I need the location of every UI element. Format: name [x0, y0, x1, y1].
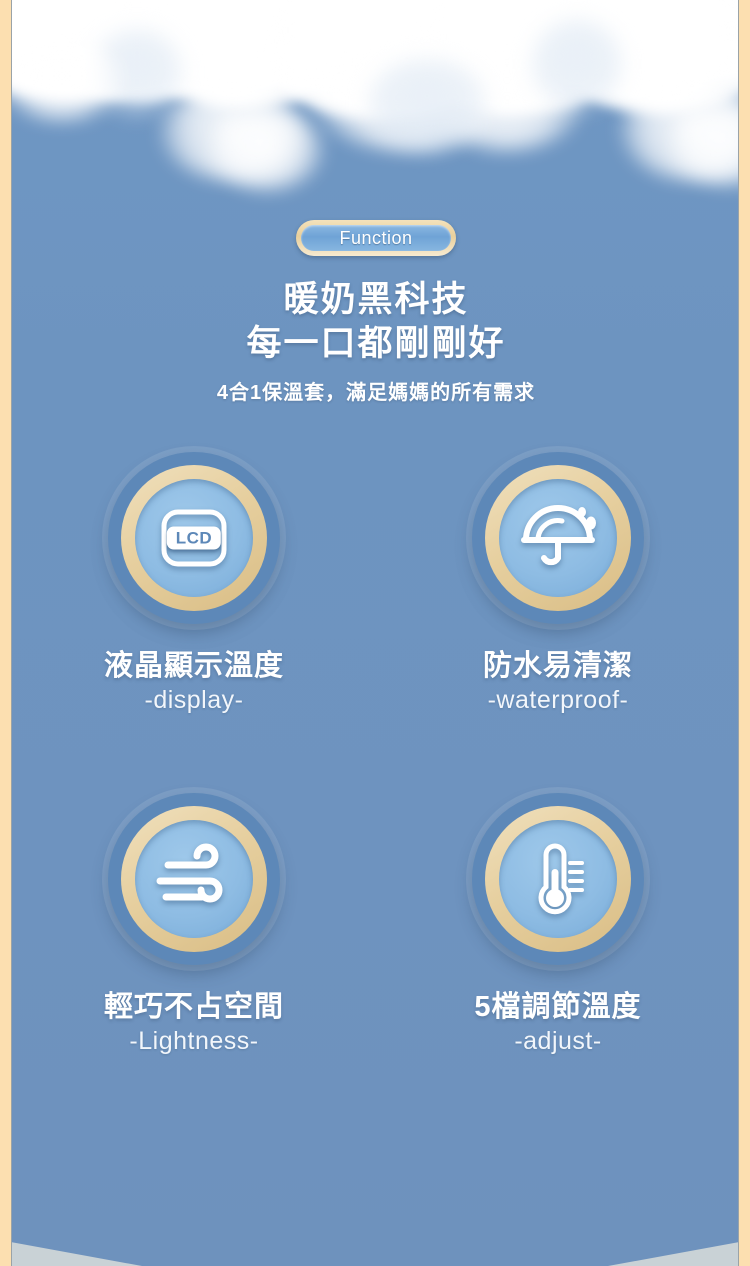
function-badge-label: Function	[339, 227, 413, 248]
bottom-left-wedge	[12, 1242, 142, 1266]
inner-disc	[499, 820, 617, 938]
lcd-label: LCD	[166, 526, 222, 550]
inner-disc	[499, 479, 617, 597]
thermometer-icon	[516, 837, 600, 921]
bottom-right-wedge	[608, 1242, 738, 1266]
feature-icon-circle	[108, 793, 280, 965]
promo-page: Function 暖奶黑科技 每一口都剛剛好 4合1保溫套，滿足媽媽的所有需求	[0, 0, 750, 1266]
cloud-sky-header	[12, 0, 738, 230]
feature-item-waterproof[interactable]: 防水易清潔 -waterproof-	[376, 452, 738, 715]
feature-title-en: -display-	[144, 686, 244, 714]
umbrella-raindrop-icon	[516, 496, 600, 580]
headline-subtitle: 4合1保溫套，滿足媽媽的所有需求	[216, 382, 536, 404]
feature-title-en: -waterproof-	[487, 686, 629, 714]
feature-title-cn: 防水易清潔	[482, 650, 633, 682]
cloud-cluster	[12, 0, 738, 230]
feature-row-2: 輕巧不占空間 -Lightness- 5檔調節溫度 -adjust-	[12, 793, 738, 1056]
feature-title-cn: 液晶顯示溫度	[103, 650, 284, 682]
feature-icon-circle	[472, 793, 644, 965]
feature-icon-circle	[472, 452, 644, 624]
headline-line-2: 每一口都剛剛好	[246, 324, 506, 363]
feature-title-en: -Lightness-	[129, 1027, 259, 1055]
function-badge-inner: Function	[301, 225, 451, 251]
blue-panel: Function 暖奶黑科技 每一口都剛剛好 4合1保溫套，滿足媽媽的所有需求	[11, 0, 739, 1266]
feature-icon-circle: LCD	[108, 452, 280, 624]
feature-title-cn: 輕巧不占空間	[103, 991, 284, 1023]
feature-row-1: LCD 液晶顯示溫度 -display- 防水易清潔 -waterproof-	[12, 452, 738, 715]
feature-item-adjust[interactable]: 5檔調節溫度 -adjust-	[376, 793, 738, 1056]
lcd-screen-icon: LCD	[152, 496, 236, 580]
feature-item-lightness[interactable]: 輕巧不占空間 -Lightness-	[12, 793, 376, 1056]
inner-disc: LCD	[135, 479, 253, 597]
feature-title-en: -adjust-	[514, 1027, 602, 1055]
feature-title-cn: 5檔調節溫度	[474, 991, 642, 1023]
headline-line-1: 暖奶黑科技	[283, 280, 469, 319]
wind-breeze-icon	[152, 837, 236, 921]
feature-item-display[interactable]: LCD 液晶顯示溫度 -display-	[12, 452, 376, 715]
inner-disc	[135, 820, 253, 938]
function-badge-wrap: Function	[12, 220, 738, 256]
feature-grid: LCD 液晶顯示溫度 -display- 防水易清潔 -waterproof- …	[12, 452, 738, 1056]
function-badge: Function	[296, 220, 456, 256]
